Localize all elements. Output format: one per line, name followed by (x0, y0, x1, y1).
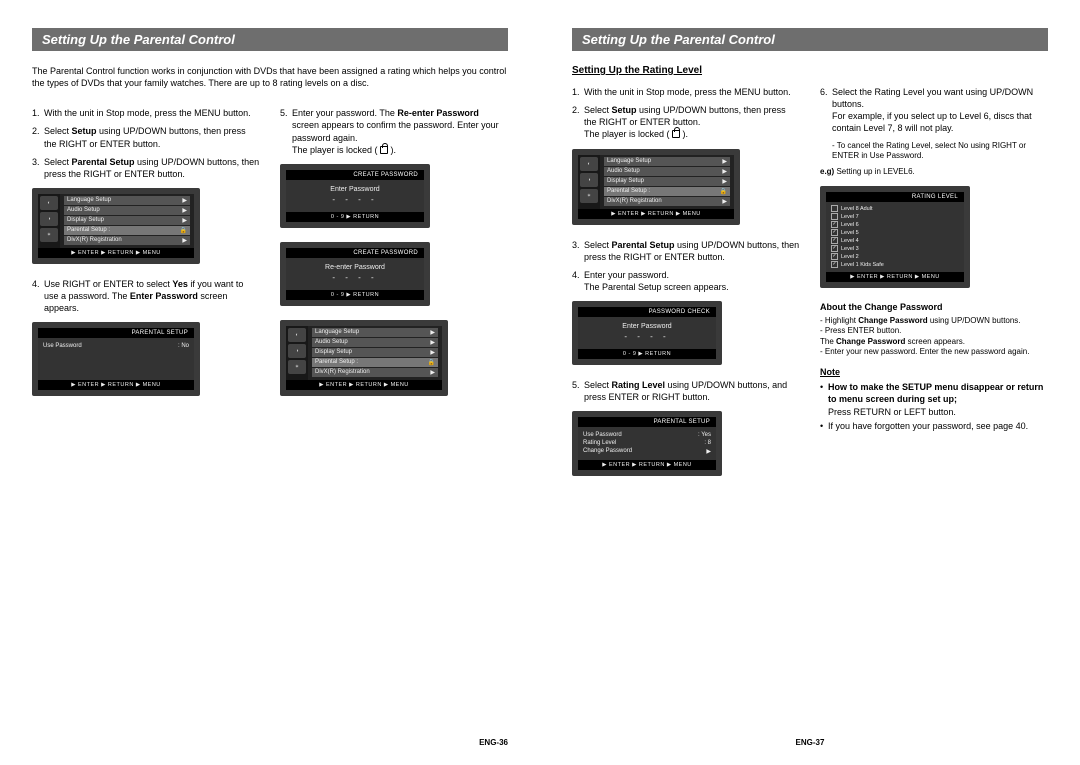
page-number: ENG-37 (796, 738, 825, 747)
page-title: Setting Up the Parental Control (32, 28, 508, 51)
step-5: Enter your password. The Re-enter Passwo… (292, 107, 508, 156)
screenshot-setup-menu-locked: ◐ ◑ ✶ Language Setup▶ Audio Setup▶ Displ… (280, 320, 448, 396)
page-number: ENG-36 (479, 738, 508, 747)
disc-menu-icon: ◐ (40, 196, 58, 210)
function-icon: ◑ (288, 344, 306, 358)
screenshot-password-check: PASSWORD CHECK Enter Password - - - - 0 … (572, 301, 722, 365)
page-title: Setting Up the Parental Control (572, 28, 1048, 51)
step-4: Enter your password.The Parental Setup s… (584, 269, 800, 293)
step-2: Select Setup using UP/DOWN buttons, then… (584, 104, 800, 140)
setup-icon: ✶ (580, 189, 598, 203)
function-icon: ◑ (40, 212, 58, 226)
about-change-password-heading: About the Change Password (820, 302, 1048, 312)
step-4: Use RIGHT or ENTER to select Yes if you … (44, 278, 260, 314)
screenshot-parental-setup-full: PARENTAL SETUP Use Password: Yes Rating … (572, 411, 722, 476)
note-heading: Note (820, 367, 1048, 377)
page-right: Setting Up the Parental Control Setting … (540, 0, 1080, 765)
step-6: Select the Rating Level you want using U… (832, 86, 1048, 135)
example-label: e.g) Setting up in LEVEL6. (820, 167, 1048, 177)
right-col-b: 6.Select the Rating Level you want using… (820, 86, 1048, 490)
screenshot-setup-menu: ◐ ◑ ✶ Language Setup▶ Audio Setup▶ Displ… (572, 149, 740, 225)
screenshot-parental-setup: PARENTAL SETUP Use Password: No ▶ ENTER … (32, 322, 200, 396)
step-1: With the unit in Stop mode, press the ME… (44, 107, 260, 119)
step-5: Select Rating Level using UP/DOWN button… (584, 379, 800, 403)
cancel-note: - To cancel the Rating Level, select No … (832, 141, 1048, 162)
screenshot-rating-level: RATING LEVEL Level 8 Adult Level 7 ✓Leve… (820, 186, 970, 288)
left-col-b: 5.Enter your password. The Re-enter Pass… (280, 107, 508, 410)
screenshot-setup-menu: ◐ ◑ ✶ Language Setup▶ Audio Setup▶ Displ… (32, 188, 200, 264)
lock-icon (380, 146, 388, 154)
disc-menu-icon: ◐ (288, 328, 306, 342)
step-3: Select Parental Setup using UP/DOWN butt… (44, 156, 260, 180)
about-list: - Highlight Change Password using UP/DOW… (820, 316, 1048, 358)
page-left: Setting Up the Parental Control The Pare… (0, 0, 540, 765)
disc-menu-icon: ◐ (580, 157, 598, 171)
step-2: Select Setup using UP/DOWN buttons, then… (44, 125, 260, 149)
right-col-a: 1.With the unit in Stop mode, press the … (572, 86, 800, 490)
note-list: •How to make the SETUP menu disappear or… (820, 381, 1048, 432)
setup-icon: ✶ (288, 360, 306, 374)
subheading-rating-level: Setting Up the Rating Level (572, 65, 1048, 76)
setup-icon: ✶ (40, 228, 58, 242)
left-col-a: 1.With the unit in Stop mode, press the … (32, 107, 260, 410)
lock-icon (672, 130, 680, 138)
step-3: Select Parental Setup using UP/DOWN butt… (584, 239, 800, 263)
screenshot-create-password-1: CREATE PASSWORD Enter Password - - - - 0… (280, 164, 430, 228)
function-icon: ◑ (580, 173, 598, 187)
screenshot-create-password-2: CREATE PASSWORD Re-enter Password - - - … (280, 242, 430, 306)
step-1: With the unit in Stop mode, press the ME… (584, 86, 800, 98)
intro-text: The Parental Control function works in c… (32, 65, 508, 89)
